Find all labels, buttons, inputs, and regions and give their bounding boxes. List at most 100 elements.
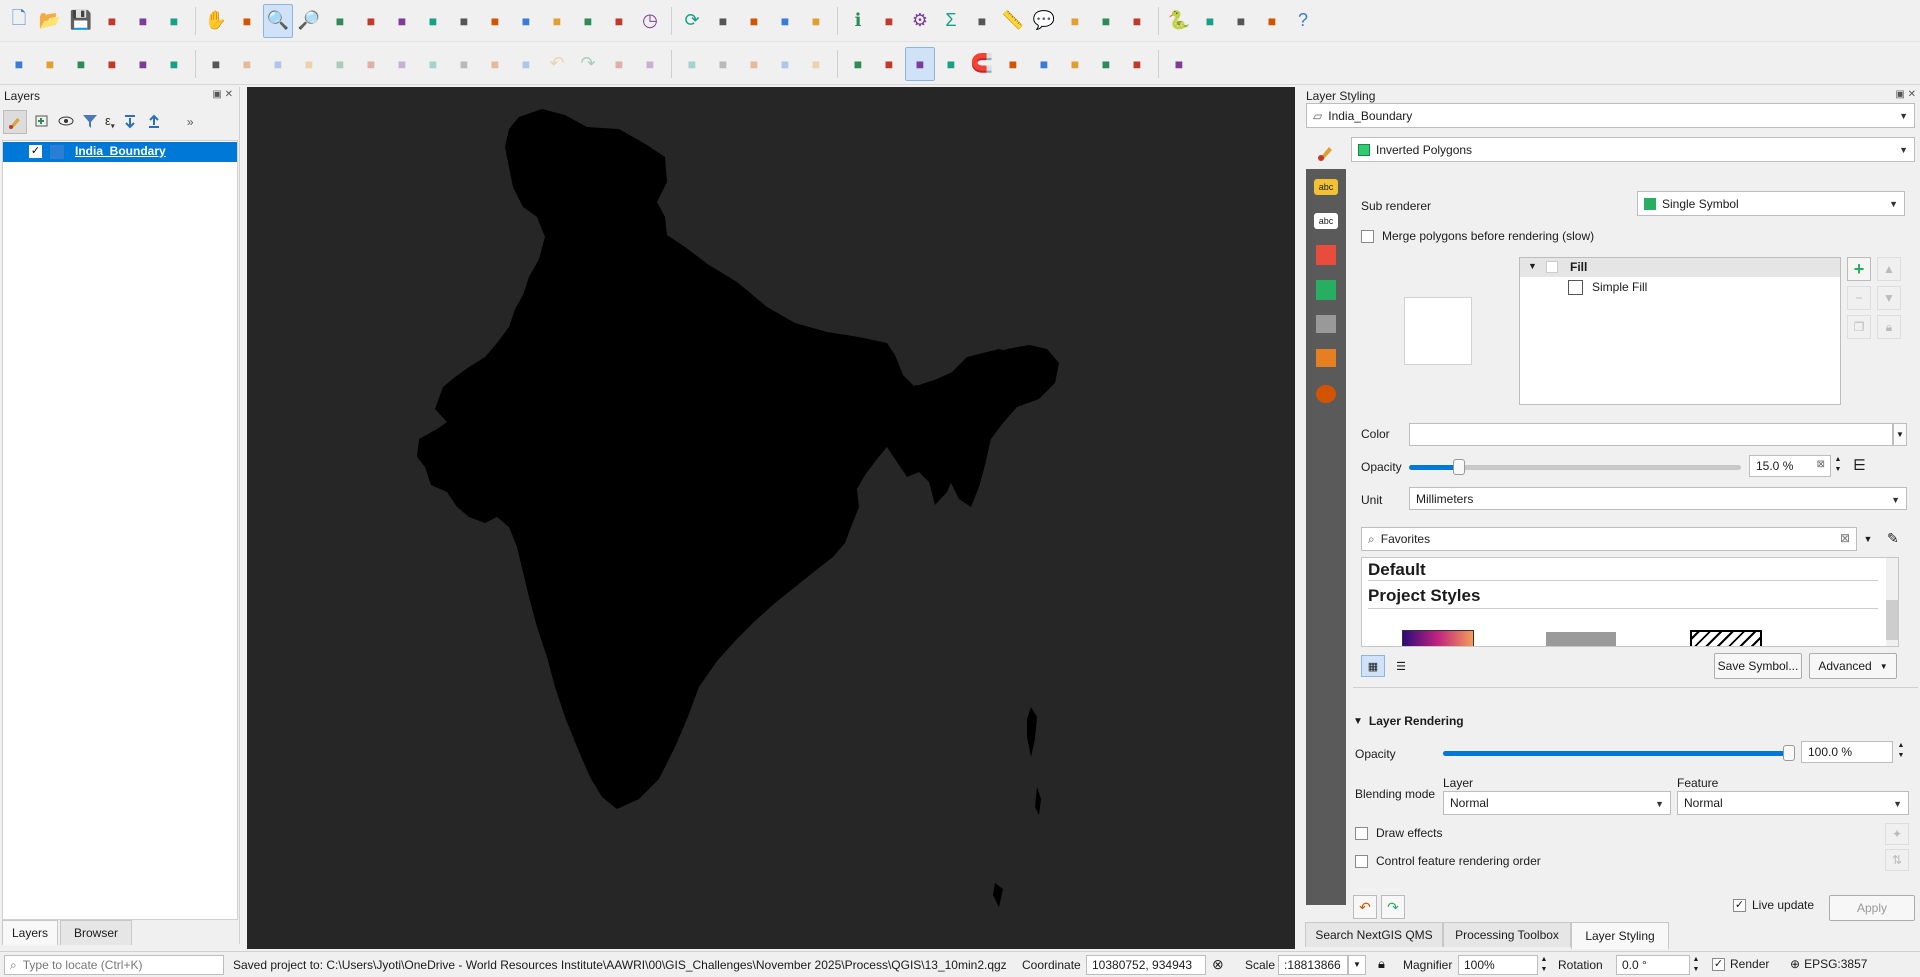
highlight-labels-icon[interactable]: ■ [677,47,707,81]
snapping-tolerance-icon[interactable]: ■ [1029,47,1059,81]
symbology-icon[interactable] [1306,135,1346,169]
renderer-combo[interactable]: Inverted Polygons ▼ [1351,137,1915,162]
map-tips-icon[interactable]: 💬 [1029,4,1059,38]
cut-features-icon[interactable]: ■ [449,47,479,81]
statistics-icon[interactable]: Σ [936,4,966,38]
live-update-row[interactable]: ✓ Live update [1733,898,1814,912]
new-map-view-icon[interactable]: ■ [511,4,541,38]
tab-processing-toolbox[interactable]: Processing Toolbox [1443,922,1571,947]
zoom-to-selection-icon[interactable]: ■ [356,4,386,38]
color-button[interactable] [1409,423,1893,446]
add-database-layer-icon[interactable]: ■ [35,47,65,81]
merge-polygons-row[interactable]: Merge polygons before rendering (slow) [1361,229,1594,243]
add-vector-layer-icon[interactable]: ■ [4,47,34,81]
layer-rendering-header[interactable]: ▼ Layer Rendering [1353,714,1464,728]
tab-layer-styling[interactable]: Layer Styling [1571,922,1669,949]
measure-icon[interactable]: 📏 [998,4,1028,38]
chevron-down-icon[interactable]: ▼ [1528,261,1537,271]
add-wms-layer-icon[interactable]: ■ [874,47,904,81]
layer-visibility-checkbox[interactable]: ✓ [29,145,42,158]
toggle-editing-icon[interactable]: ■ [263,47,293,81]
layers-tree[interactable]: ✓ India_Boundary [2,140,238,920]
draw-effects-row[interactable]: Draw effects [1355,826,1442,840]
zoom-last-icon[interactable]: ■ [449,4,479,38]
vertex-tool-icon[interactable]: ■ [356,47,386,81]
show-hide-labels-icon[interactable]: ■ [739,47,769,81]
toggle-extents-icon[interactable]: ⊗ [1212,956,1224,973]
show-bookmarks-icon[interactable]: ■ [604,4,634,38]
pan-icon[interactable]: ✋ [201,4,231,38]
library-scrollbar[interactable] [1886,558,1898,646]
add-virtual-layer-icon[interactable]: ■ [201,47,231,81]
style-manager-icon[interactable]: ✎ [1887,530,1899,547]
render-toggle[interactable]: ✓ Render [1712,957,1769,971]
split-icon[interactable]: ■ [1164,47,1194,81]
unit-combo[interactable]: Millimeters ▼ [1409,487,1907,510]
annotation-icon[interactable]: ■ [1060,4,1090,38]
add-symbol-layer-icon[interactable]: + [1847,257,1871,281]
filter-by-expression-icon[interactable]: ε▾ [105,113,115,131]
trace-icon[interactable]: ■ [1060,47,1090,81]
layout-manager-icon[interactable]: ■ [128,4,158,38]
clear-icon[interactable]: ⊠ [1817,459,1825,470]
zoom-in-icon[interactable]: 🔍 [263,3,293,38]
filter-legend-icon[interactable] [81,112,99,133]
label-toolbar-icon[interactable]: ■ [604,47,634,81]
add-wfs-layer-icon[interactable]: ■ [905,46,935,81]
manage-visibility-icon[interactable] [57,112,75,133]
feature-blend-combo[interactable]: Normal ▼ [1677,791,1909,815]
delete-selected-icon[interactable]: ■ [418,47,448,81]
tag-filter-dropdown[interactable]: ▼ [1858,527,1878,551]
attributes-form-icon[interactable] [1316,349,1336,367]
change-label-icon[interactable]: ■ [801,47,831,81]
lock-icon[interactable]: 🔒︎ [1877,315,1901,339]
order-by-icon[interactable]: ⇅ [1885,849,1909,871]
metasearch-icon[interactable]: ■ [936,47,966,81]
diagrams-icon[interactable] [1316,280,1336,300]
history-icon[interactable] [1316,385,1336,403]
z-plugin-icon[interactable]: ■ [1257,4,1287,38]
duplicate-symbol-layer-icon[interactable]: ❐ [1847,315,1871,339]
current-edits-icon[interactable]: ■ [232,47,262,81]
identify-icon[interactable]: ℹ [843,4,873,38]
globe-plugin-icon[interactable]: ■ [1226,4,1256,38]
symbol-tree-root-row[interactable]: ▼ Fill [1520,258,1840,277]
plugin-icon[interactable]: ■ [1122,4,1152,38]
georeferencer-icon[interactable]: ■ [1195,4,1225,38]
open-project-icon[interactable]: 📂 [35,4,65,38]
processing-toolbox-icon[interactable]: ⚙ [905,4,935,38]
paste-features-icon[interactable]: ■ [511,47,541,81]
zoom-native-icon[interactable]: ■ [418,4,448,38]
control-order-row[interactable]: Control feature rendering order [1355,854,1541,868]
locator-input[interactable]: ⌕ Type to locate (Ctrl+K) [4,955,224,975]
layer-opacity-spin-arrows[interactable]: ▲ ▼ [1895,741,1907,763]
opacity-spin-arrows[interactable]: ▲ ▼ [1832,455,1844,477]
gradient-symbol[interactable] [1402,630,1474,646]
quickmapservices-icon[interactable]: ■ [1091,4,1121,38]
add-feature-icon[interactable]: ■ [325,47,355,81]
new-print-layout-icon[interactable]: ■ [97,4,127,38]
merge-polygons-checkbox[interactable] [1361,229,1374,243]
new-project-icon[interactable]: 🗋 [4,4,34,38]
copy-features-icon[interactable]: ■ [480,47,510,81]
zoom-to-layer-icon[interactable]: ■ [387,4,417,38]
scrollbar-thumb[interactable] [1886,600,1898,640]
gray-fill-symbol[interactable] [1546,632,1616,646]
icon-view-icon[interactable]: ▦ [1361,655,1385,677]
layer-opacity-spinbox[interactable]: 100.0 % [1801,741,1893,763]
style-manager-icon[interactable]: ■ [159,4,189,38]
move-label-icon[interactable]: ■ [770,47,800,81]
move-up-icon[interactable]: ▲ [1877,257,1901,281]
collapse-all-icon[interactable] [145,112,163,133]
pan-to-selection-icon[interactable]: ■ [232,4,262,38]
hatch-symbol[interactable] [1690,630,1762,646]
expand-all-icon[interactable] [121,112,139,133]
advanced-button[interactable]: Advanced ▼ [1809,653,1897,679]
new-shapefile-layer-icon[interactable]: ■ [66,47,96,81]
apply-button[interactable]: Apply [1829,895,1915,921]
save-symbol-button[interactable]: Save Symbol... [1714,653,1802,679]
triangle-tool-icon[interactable]: ■ [843,47,873,81]
clear-icon[interactable]: ⊠ [1840,531,1850,545]
tab-browser[interactable]: Browser [60,920,132,945]
help-icon[interactable]: ? [1288,4,1318,38]
